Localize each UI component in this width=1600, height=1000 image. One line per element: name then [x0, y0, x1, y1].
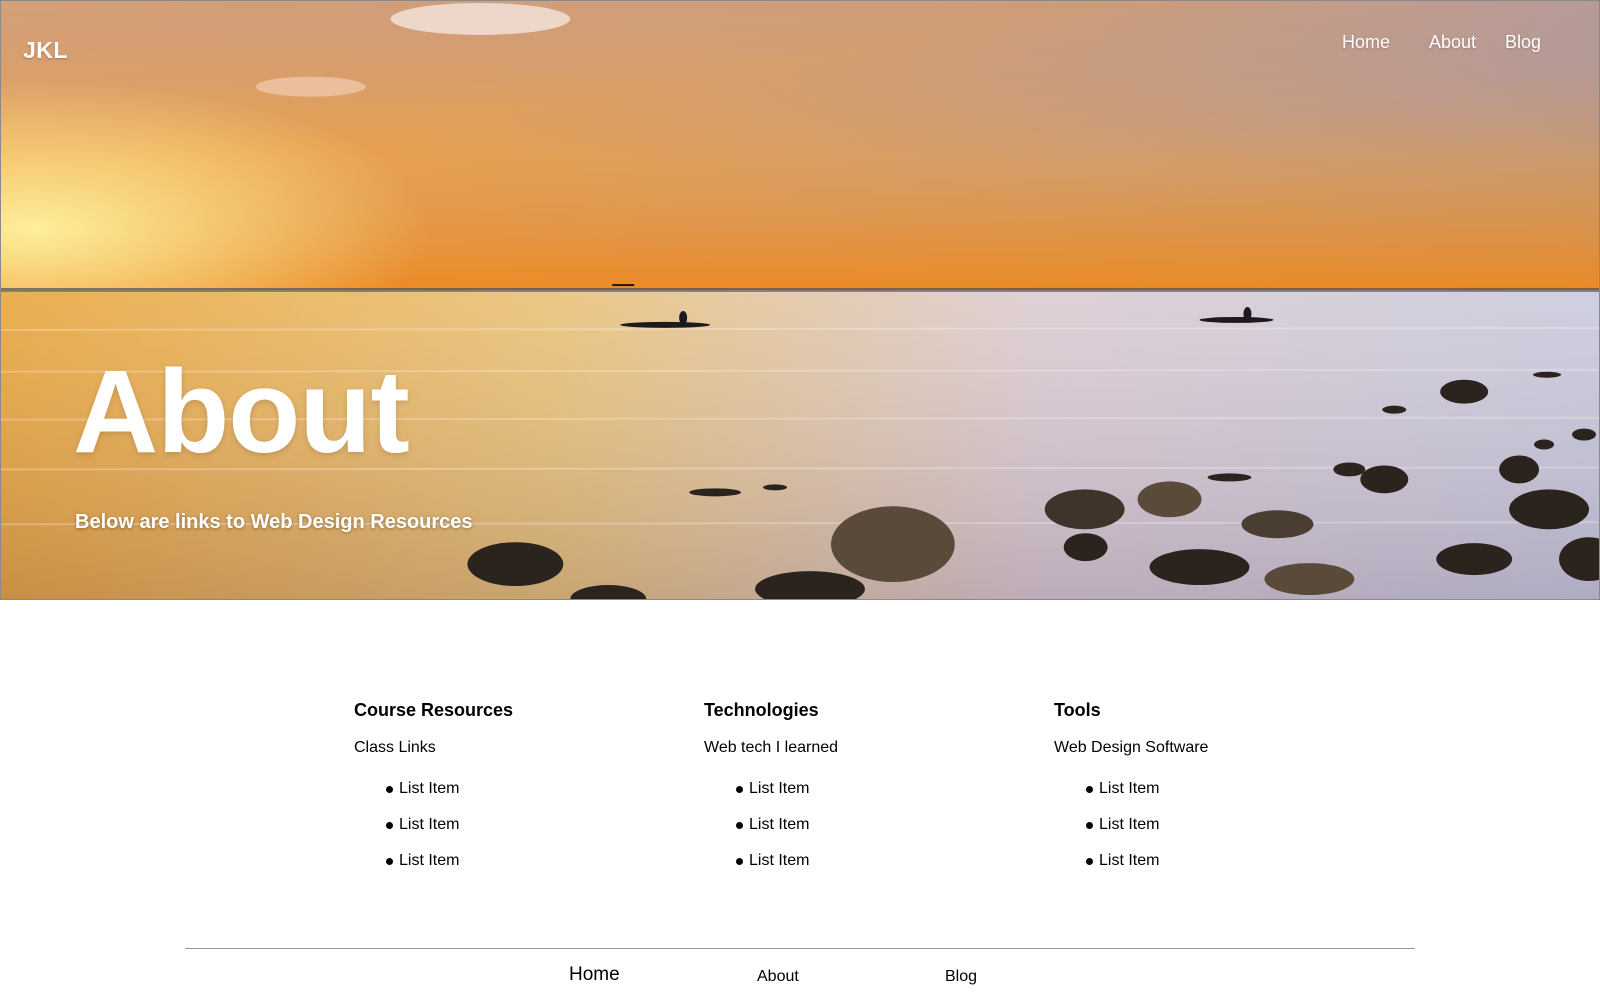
list-item: List Item [704, 779, 1024, 815]
hero-background-image [1, 1, 1599, 599]
list-item-link[interactable]: List Item [749, 780, 809, 797]
hero-banner: JKL Home About Blog About Below are link… [0, 0, 1600, 600]
list-item: List Item [1054, 851, 1374, 887]
list-item: List Item [704, 815, 1024, 851]
page-title: About [73, 346, 410, 478]
list-item: List Item [1054, 815, 1374, 851]
nav-link-about[interactable]: About [1429, 32, 1476, 53]
list-item: List Item [354, 779, 674, 815]
link-list: List Item List Item List Item [1054, 779, 1374, 887]
column-heading: Course Resources [354, 700, 514, 720]
footer-divider [185, 948, 1415, 949]
nav-link-blog[interactable]: Blog [1505, 32, 1541, 53]
bullet-dot-icon [386, 822, 393, 829]
bullet-dot-icon [386, 786, 393, 793]
footer-link-about[interactable]: About [757, 968, 799, 986]
bullet-dot-icon [736, 822, 743, 829]
column-subheading: Class Links [354, 739, 436, 756]
list-item-link[interactable]: List Item [399, 852, 459, 869]
list-item: List Item [354, 851, 674, 887]
list-item-link[interactable]: List Item [1099, 780, 1159, 797]
list-item-link[interactable]: List Item [749, 852, 809, 869]
bullet-dot-icon [736, 858, 743, 865]
brand-logo[interactable]: JKL [23, 37, 68, 64]
column-heading: Tools [1054, 700, 1101, 720]
list-item-link[interactable]: List Item [1099, 816, 1159, 833]
footer-link-blog[interactable]: Blog [945, 968, 977, 986]
top-nav: Home About Blog [1299, 32, 1599, 56]
link-list: List Item List Item List Item [354, 779, 674, 887]
link-list: List Item List Item List Item [704, 779, 1024, 887]
list-item: List Item [704, 851, 1024, 887]
resource-columns: Course Resources Class Links List Item L… [354, 698, 1414, 888]
bullet-dot-icon [736, 786, 743, 793]
hero-subtitle: Below are links to Web Design Resources [75, 511, 473, 533]
column-subheading: Web tech I learned [704, 739, 839, 756]
column-heading: Technologies [704, 700, 819, 720]
list-item-link[interactable]: List Item [749, 816, 809, 833]
list-item: List Item [354, 815, 674, 851]
list-item-link[interactable]: List Item [399, 816, 459, 833]
list-item-link[interactable]: List Item [399, 780, 459, 797]
column-course-resources: Course Resources Class Links List Item L… [354, 698, 674, 887]
bullet-dot-icon [1086, 786, 1093, 793]
column-technologies: Technologies Web tech I learned List Ite… [704, 698, 1024, 887]
list-item-link[interactable]: List Item [1099, 852, 1159, 869]
nav-link-home[interactable]: Home [1342, 32, 1390, 53]
bullet-dot-icon [386, 858, 393, 865]
list-item: List Item [1054, 779, 1374, 815]
column-subheading: Web Design Software [1054, 739, 1209, 756]
bullet-dot-icon [1086, 822, 1093, 829]
column-tools: Tools Web Design Software List Item List… [1054, 698, 1374, 887]
footer-link-home[interactable]: Home [569, 964, 620, 986]
bullet-dot-icon [1086, 858, 1093, 865]
